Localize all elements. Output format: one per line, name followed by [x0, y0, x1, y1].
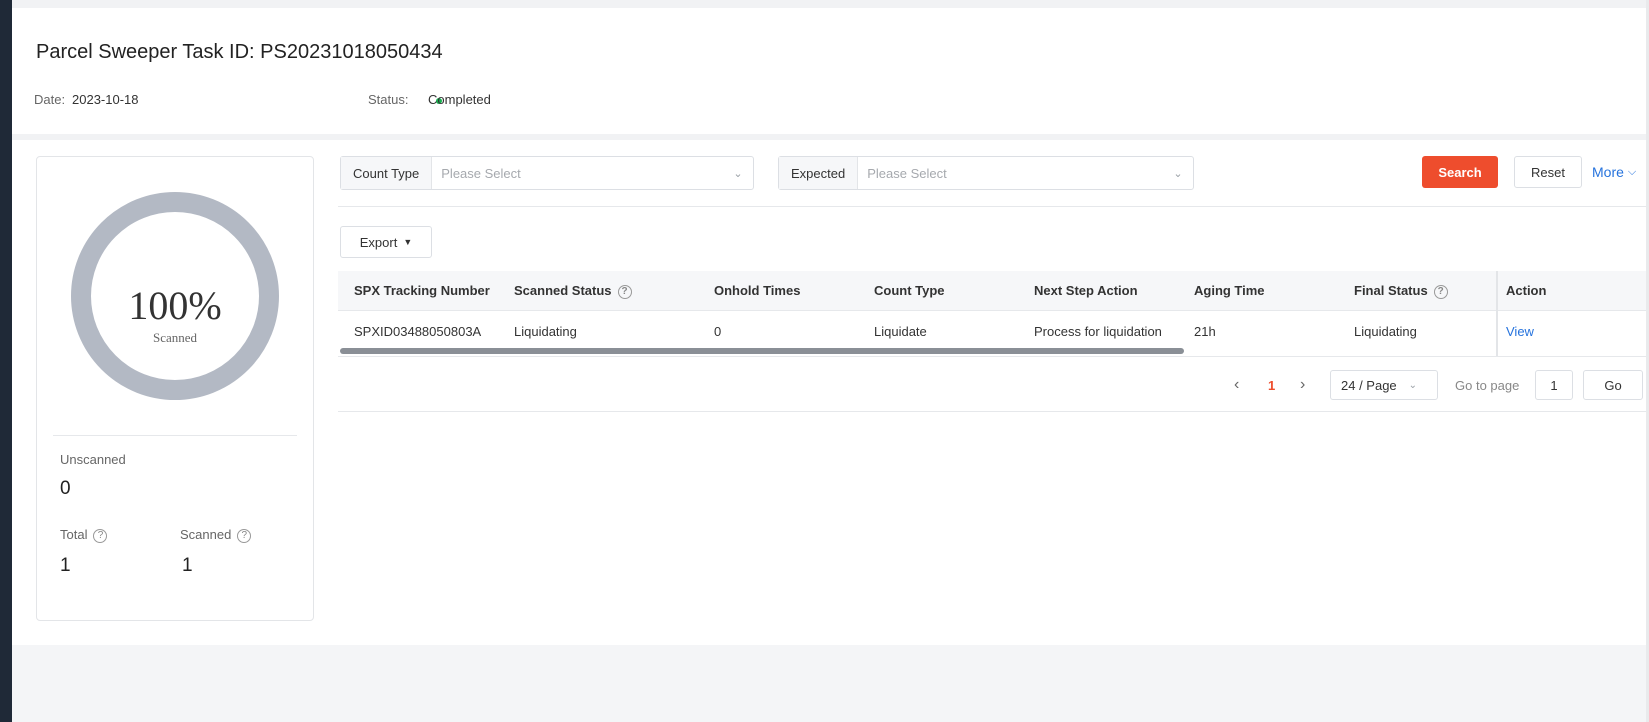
app-sidebar-edge	[0, 0, 12, 722]
unscanned-label: Unscanned	[60, 452, 126, 467]
top-strip	[12, 0, 1649, 8]
chevron-down-icon: ⌄	[733, 167, 743, 180]
page-title: Parcel Sweeper Task ID: PS20231018050434	[36, 41, 443, 63]
task-header: Parcel Sweeper Task ID: PS20231018050434…	[12, 8, 1649, 134]
scanned-label: Scanned?	[180, 527, 252, 543]
column-header: SPX Tracking Number	[354, 283, 490, 298]
table-cell: SPXID03488050803A	[354, 324, 482, 339]
table-cell: 0	[714, 324, 722, 339]
table-cell: Process for liquidation	[1034, 324, 1162, 339]
scan-stats-card: 100% Scanned Unscanned 0 Total? 1 Scanne…	[36, 156, 314, 621]
fixed-column-divider	[1496, 271, 1498, 356]
chevron-left-icon[interactable]: ‹	[1234, 370, 1239, 400]
expected-filter[interactable]: Expected Please Select ⌄	[778, 156, 1194, 190]
parcel-table: SPX Tracking Number Scanned Status? Onho…	[338, 271, 1649, 356]
date-label: Date:	[34, 92, 66, 107]
column-header: Count Type	[874, 283, 945, 298]
table-cell: 21h	[1194, 324, 1216, 339]
page-size-value: 24 / Page	[1341, 377, 1397, 393]
more-label: More	[1592, 164, 1624, 180]
total-value: 1	[60, 555, 71, 576]
page-number-current[interactable]: 1	[1268, 370, 1275, 400]
page-background	[12, 645, 1649, 722]
scan-percent-caption: Scanned	[152, 330, 198, 345]
chevron-down-icon: ⌄	[1408, 379, 1418, 391]
table-cell: Liquidating	[1354, 324, 1417, 339]
date-value: 2023-10-18	[72, 92, 139, 107]
export-button[interactable]: Export ▼	[340, 226, 432, 258]
help-icon[interactable]: ?	[1433, 284, 1448, 299]
table-cell: Liquidating	[514, 324, 577, 339]
count-type-filter[interactable]: Count Type Please Select ⌄	[340, 156, 754, 190]
page-size-select[interactable]: 24 / Page ⌄	[1330, 370, 1438, 400]
column-header-text: Scanned Status	[514, 283, 612, 298]
go-button[interactable]: Go	[1583, 370, 1643, 400]
chevron-down-icon: ⌵	[1627, 165, 1637, 178]
column-header-text: Final Status	[1354, 283, 1428, 298]
help-icon[interactable]: ?	[617, 284, 632, 299]
search-button[interactable]: Search	[1422, 156, 1498, 188]
status-label: Status:	[368, 92, 409, 107]
unscanned-value: 0	[60, 478, 71, 499]
total-label: Total?	[60, 527, 108, 543]
help-icon[interactable]: ?	[93, 528, 108, 543]
reset-button[interactable]: Reset	[1514, 156, 1582, 188]
goto-page-input[interactable]: 1	[1535, 370, 1573, 400]
count-type-select[interactable]: Please Select	[432, 166, 723, 181]
status-value: Completed	[428, 92, 491, 107]
scan-percent: 100%	[128, 283, 222, 328]
chevron-down-icon: ⌄	[1173, 167, 1183, 180]
scanned-value: 1	[182, 555, 193, 576]
pagination: ‹ 1 › 24 / Page ⌄ Go to page 1 Go	[338, 356, 1649, 412]
column-header: Next Step Action	[1034, 283, 1138, 298]
column-header: Onhold Times	[714, 283, 801, 298]
scan-progress-donut: 100% Scanned	[71, 192, 279, 400]
export-label: Export	[359, 234, 398, 250]
column-header: Scanned Status?	[514, 283, 632, 299]
expected-select[interactable]: Please Select	[858, 166, 1163, 181]
column-header: Aging Time	[1194, 283, 1265, 298]
help-icon[interactable]: ?	[237, 528, 252, 543]
table-cell: Liquidate	[874, 324, 927, 339]
goto-label: Go to page	[1455, 377, 1520, 393]
caret-down-icon: ▼	[403, 237, 413, 247]
horizontal-scrollbar[interactable]	[340, 348, 1184, 354]
column-header: Action	[1506, 283, 1547, 298]
chevron-right-icon[interactable]: ›	[1300, 370, 1305, 400]
card-divider	[53, 435, 297, 436]
more-filters-button[interactable]: More ⌵	[1592, 156, 1649, 188]
view-link[interactable]: View	[1506, 324, 1534, 339]
column-header: Final Status?	[1354, 283, 1448, 299]
toolbar-divider	[338, 206, 1649, 207]
total-label-text: Total	[60, 527, 88, 542]
count-type-label: Count Type	[341, 157, 433, 189]
scanned-label-text: Scanned	[180, 527, 232, 542]
expected-label: Expected	[779, 157, 859, 189]
main-panel: 100% Scanned Unscanned 0 Total? 1 Scanne…	[12, 140, 1649, 645]
